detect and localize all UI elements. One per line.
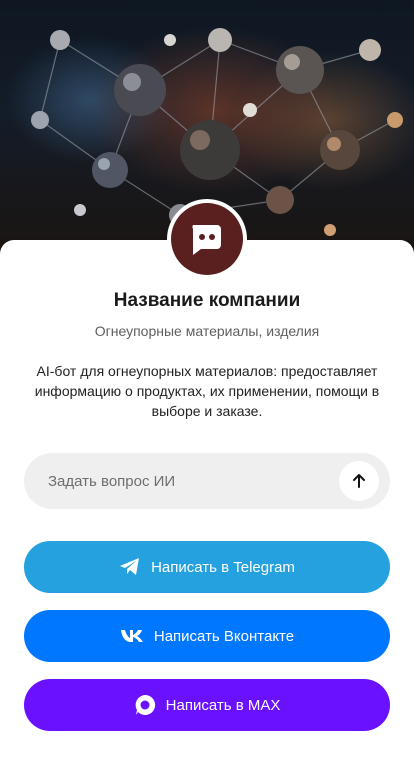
max-button-label: Написать в MAX	[165, 696, 281, 714]
vk-button[interactable]: Написать Вконтакте	[24, 610, 390, 662]
max-icon	[134, 694, 156, 716]
avatar-circle	[171, 203, 243, 275]
avatar	[167, 199, 247, 279]
telegram-button[interactable]: Написать в Telegram	[24, 541, 390, 593]
vk-icon	[120, 629, 144, 643]
telegram-button-label: Написать в Telegram	[151, 558, 295, 576]
send-button[interactable]	[339, 461, 379, 501]
vk-button-label: Написать Вконтакте	[153, 627, 295, 645]
chat-bot-icon	[192, 225, 221, 255]
company-description: AI-бот для огнеупорных материалов: предо…	[34, 363, 380, 419]
company-name: Название компании	[113, 290, 301, 311]
company-subtitle: Огнеупорные материалы, изделия	[94, 323, 320, 339]
arrow-up-icon	[353, 474, 365, 488]
telegram-icon	[119, 557, 141, 577]
ask-ai-input[interactable]	[48, 472, 328, 490]
max-button[interactable]: Написать в MAX	[24, 679, 390, 731]
ask-ai-field	[24, 453, 390, 509]
